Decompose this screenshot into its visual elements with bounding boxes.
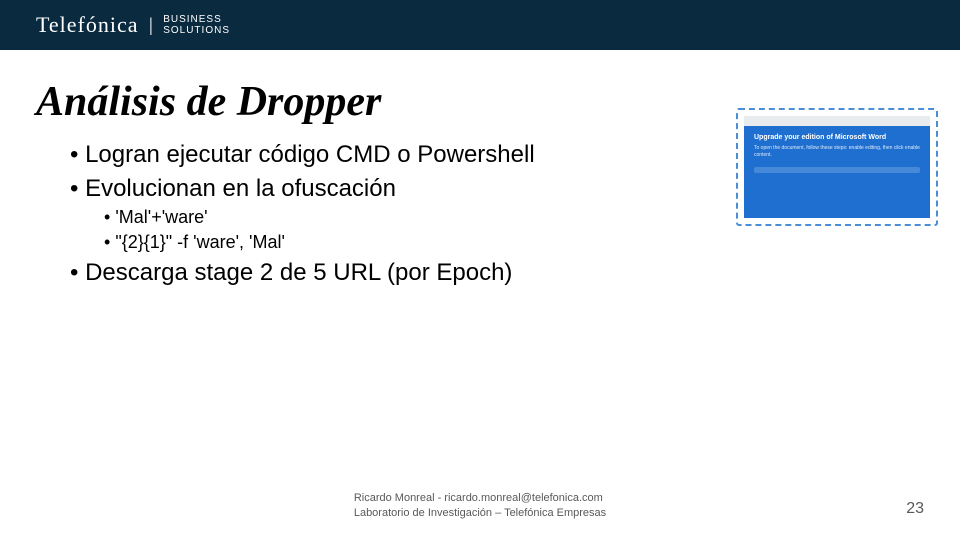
bullet-list: Logran ejecutar código CMD o Powershell … (70, 138, 710, 289)
bullet-1: Logran ejecutar código CMD o Powershell (70, 138, 710, 172)
bullet-3: Descarga stage 2 de 5 URL (por Epoch) (70, 256, 710, 290)
thumb-text: To open the document, follow these steps… (754, 145, 920, 159)
footer-text: Ricardo Monreal - ricardo.monreal@telefo… (354, 491, 606, 520)
footer-line-2: Laboratorio de Investigación – Telefónic… (354, 506, 606, 520)
bullet-2b: "{2}{1}" -f 'ware', 'Mal' (104, 230, 710, 255)
bullet-2: Evolucionan en la ofuscación (70, 172, 710, 206)
footer-line-1: Ricardo Monreal - ricardo.monreal@telefo… (354, 491, 606, 505)
brand-separator: | (149, 15, 154, 36)
screenshot-thumb-inner: Upgrade your edition of Microsoft Word T… (744, 116, 930, 218)
header-bar: Telefónica | BUSINESS SOLUTIONS (0, 0, 960, 50)
footer: Ricardo Monreal - ricardo.monreal@telefo… (0, 491, 960, 520)
brand-wordmark: Telefónica (36, 12, 139, 38)
thumb-bar (754, 167, 920, 173)
brand-subtitle: BUSINESS SOLUTIONS (163, 14, 230, 36)
page-number: 23 (906, 500, 924, 518)
thumb-title: Upgrade your edition of Microsoft Word (754, 134, 920, 141)
bullet-2a: 'Mal'+'ware' (104, 205, 710, 230)
screenshot-thumb: Upgrade your edition of Microsoft Word T… (736, 108, 938, 226)
slide-body: Upgrade your edition of Microsoft Word T… (0, 138, 960, 289)
